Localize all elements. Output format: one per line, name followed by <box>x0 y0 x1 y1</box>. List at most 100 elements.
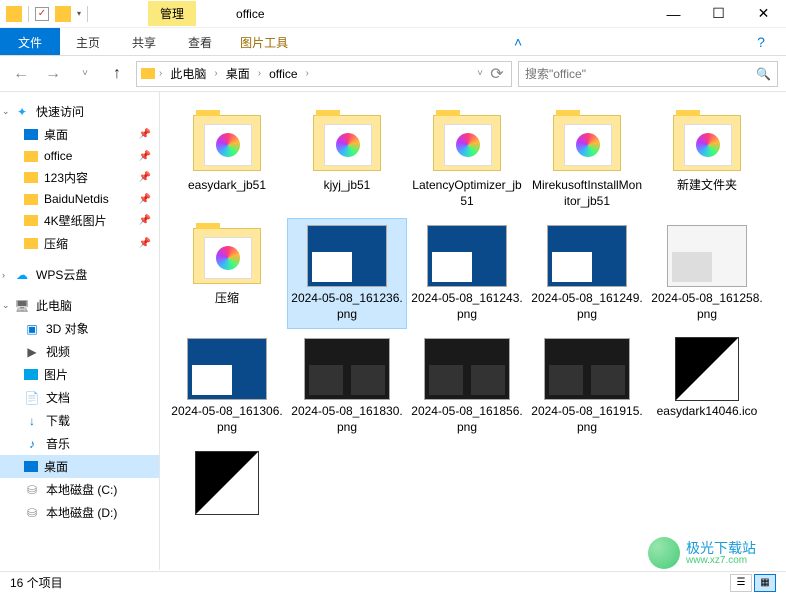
sidebar-item[interactable]: ⛁本地磁盘 (C:) <box>0 478 159 501</box>
address-dropdown-icon[interactable]: ˅ <box>477 68 483 79</box>
details-view-button[interactable]: ☰ <box>730 574 752 592</box>
file-item[interactable]: 新建文件夹 <box>648 106 766 215</box>
chevron-right-icon[interactable]: › <box>159 68 162 79</box>
sidebar-item[interactable]: ↓ 下载 <box>0 409 159 432</box>
navigation-pane[interactable]: ⌄ ✦ 快速访问 桌面📌office📌123内容📌BaiduNetdis📌4K壁… <box>0 92 160 570</box>
breadcrumb-segment[interactable]: office <box>265 65 301 83</box>
sidebar-item-label: 桌面 <box>44 458 68 475</box>
ribbon-tab-picture-tools[interactable]: 图片工具 <box>228 28 300 55</box>
sidebar-item[interactable]: ▶视频 <box>0 340 159 363</box>
window-title: office <box>236 7 264 21</box>
expand-icon[interactable]: › <box>2 270 5 280</box>
ribbon-context-tab[interactable]: 管理 <box>148 1 196 26</box>
close-button[interactable]: ✕ <box>741 0 786 28</box>
sidebar-item-label: 视频 <box>46 343 70 360</box>
sidebar-item[interactable]: 📄文档 <box>0 386 159 409</box>
sidebar-item-label: 下载 <box>46 412 70 429</box>
file-item[interactable]: 压缩 <box>168 219 286 328</box>
file-item[interactable]: 2024-05-08_161915.png <box>528 332 646 441</box>
folder-icon <box>673 115 741 171</box>
search-input[interactable] <box>525 67 756 81</box>
file-item[interactable]: LatencyOptimizer_jb51 <box>408 106 526 215</box>
ribbon-tab-share[interactable]: 共享 <box>116 28 172 55</box>
pc-icon: 🖥 <box>14 298 30 314</box>
search-icon[interactable]: 🔍 <box>756 67 771 81</box>
ribbon-tab-home[interactable]: 主页 <box>60 28 116 55</box>
chevron-right-icon[interactable]: › <box>306 68 309 79</box>
file-item[interactable]: 2024-05-08_161236.png <box>288 219 406 328</box>
forward-button[interactable]: → <box>40 61 66 87</box>
desk-icon <box>24 129 38 140</box>
pin-icon: 📌 <box>139 172 151 183</box>
qat-checkbox[interactable]: ✓ <box>35 7 49 21</box>
sidebar-this-pc[interactable]: ⌄ 🖥 此电脑 <box>0 294 159 317</box>
ribbon: 文件 主页 共享 查看 图片工具 ˄ ? <box>0 28 786 56</box>
maximize-button[interactable]: ☐ <box>696 0 741 28</box>
up-button[interactable]: ↑ <box>104 61 130 87</box>
sidebar-item-label: 4K壁纸图片 <box>44 212 107 229</box>
file-tab[interactable]: 文件 <box>0 28 60 55</box>
refresh-button[interactable]: ⟳ <box>487 61 507 87</box>
folder-icon <box>433 115 501 171</box>
pin-icon: 📌 <box>139 129 151 140</box>
folder-icon <box>141 68 155 79</box>
file-item[interactable]: kjyj_jb51 <box>288 106 406 215</box>
qat-dropdown-icon[interactable]: ▾ <box>77 9 81 18</box>
sidebar-item-label: 图片 <box>44 366 68 383</box>
file-item[interactable]: 2024-05-08_161243.png <box>408 219 526 328</box>
file-name: 2024-05-08_161249.png <box>531 291 643 322</box>
breadcrumb[interactable]: › 此电脑 › 桌面 › office › ˅ ⟳ <box>136 61 512 87</box>
ribbon-collapse-button[interactable]: ˄ <box>493 28 543 55</box>
chevron-right-icon[interactable]: › <box>258 68 261 79</box>
file-name: 2024-05-08_161258.png <box>651 291 763 322</box>
sidebar-item[interactable]: ▣3D 对象 <box>0 317 159 340</box>
folder-icon <box>193 228 261 284</box>
breadcrumb-segment[interactable]: 此电脑 <box>166 63 210 84</box>
search-box[interactable]: 🔍 <box>518 61 778 87</box>
folder-icon <box>24 194 38 205</box>
file-item[interactable]: 2024-05-08_161258.png <box>648 219 766 328</box>
expand-icon[interactable]: ⌄ <box>2 300 10 311</box>
sidebar-quick-access[interactable]: ⌄ ✦ 快速访问 <box>0 100 159 123</box>
file-list[interactable]: easydark_jb51 kjyj_jb51LatencyOptimizer_j… <box>160 92 786 570</box>
help-button[interactable]: ? <box>736 28 786 55</box>
file-item[interactable]: 2024-05-08_161306.png <box>168 332 286 441</box>
ribbon-tab-view[interactable]: 查看 <box>172 28 228 55</box>
sidebar-item[interactable]: office📌 <box>0 146 159 166</box>
sidebar-item[interactable]: 4K壁纸图片📌 <box>0 209 159 232</box>
file-item[interactable]: 2024-05-08_161249.png <box>528 219 646 328</box>
image-thumbnail <box>544 338 630 400</box>
folder-icon <box>193 115 261 171</box>
dl-icon: ↓ <box>24 413 40 429</box>
sidebar-item[interactable]: 压缩📌 <box>0 232 159 255</box>
sidebar-item[interactable]: 桌面 📌 <box>0 123 159 146</box>
sidebar-item[interactable]: 桌面 <box>0 455 159 478</box>
icons-view-button[interactable]: ▦ <box>754 574 776 592</box>
sidebar-item-label: 桌面 <box>44 126 68 143</box>
file-item[interactable]: MirekusoftInstallMonitor_jb51 <box>528 106 646 215</box>
file-name: easydark_jb51 <box>188 178 266 194</box>
sidebar-label: 快速访问 <box>36 103 84 120</box>
file-name: LatencyOptimizer_jb51 <box>411 178 523 209</box>
breadcrumb-segment[interactable]: 桌面 <box>222 63 254 84</box>
sidebar-item-label: 本地磁盘 (D:) <box>46 504 117 521</box>
sidebar-item[interactable]: ♪音乐 <box>0 432 159 455</box>
sidebar-item[interactable]: BaiduNetdis📌 <box>0 189 159 209</box>
recent-dropdown[interactable]: ˅ <box>72 61 98 87</box>
qat-folder-icon[interactable] <box>55 6 71 22</box>
back-button[interactable]: ← <box>8 61 34 87</box>
sidebar-item[interactable]: 123内容📌 <box>0 166 159 189</box>
chevron-right-icon[interactable]: › <box>214 68 217 79</box>
minimize-button[interactable]: — <box>651 0 696 28</box>
sidebar-item[interactable]: ⛁本地磁盘 (D:) <box>0 501 159 524</box>
sidebar-item[interactable]: 图片 <box>0 363 159 386</box>
file-item[interactable]: easydark14046.ico <box>648 332 766 441</box>
file-item[interactable]: 2024-05-08_161856.png <box>408 332 526 441</box>
folder-icon <box>553 115 621 171</box>
file-item[interactable]: 2024-05-08_161830.png <box>288 332 406 441</box>
expand-icon[interactable]: ⌄ <box>2 106 10 117</box>
sidebar-wps[interactable]: › ☁ WPS云盘 <box>0 263 159 286</box>
disk-icon: ⛁ <box>24 482 40 498</box>
file-item[interactable] <box>168 446 286 524</box>
file-item[interactable]: easydark_jb51 <box>168 106 286 215</box>
